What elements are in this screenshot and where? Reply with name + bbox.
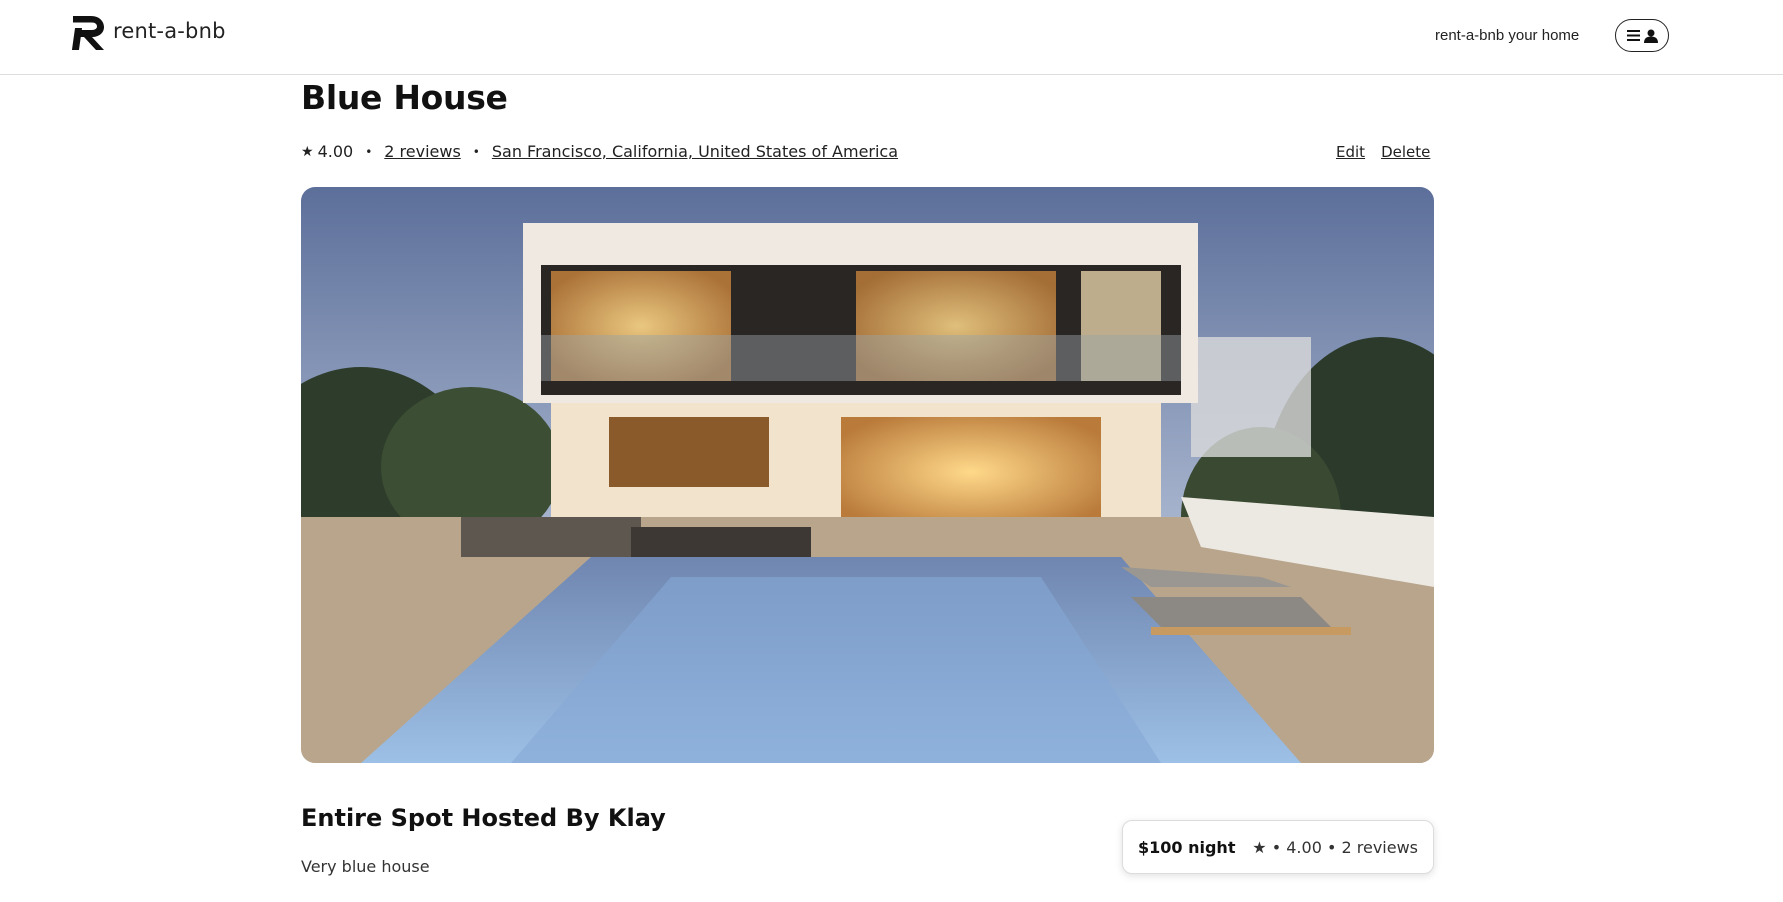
separator-dot: • — [472, 144, 480, 159]
brand-logo-link[interactable]: rent-a-bnb — [71, 14, 226, 52]
listing-actions: Edit Delete — [1336, 143, 1430, 161]
listing-meta: ★ 4.00 • 2 reviews • San Francisco, Cali… — [301, 142, 898, 161]
booking-rating-summary: ★ • 4.00 • 2 reviews — [1252, 837, 1418, 857]
location-link[interactable]: San Francisco, California, United States… — [492, 142, 898, 161]
reviews-link[interactable]: 2 reviews — [384, 142, 461, 161]
brand-name: rent-a-bnb — [113, 19, 226, 43]
listing-rating: 4.00 — [317, 142, 354, 161]
profile-menu-button[interactable] — [1615, 19, 1669, 52]
host-your-home-link[interactable]: rent-a-bnb your home — [1435, 27, 1579, 44]
listing-photo — [301, 187, 1434, 763]
top-nav: rent-a-bnb rent-a-bnb your home — [0, 0, 1783, 75]
nightly-price: $100 night — [1138, 837, 1236, 857]
star-icon: ★ — [301, 143, 314, 160]
hamburger-icon — [1626, 30, 1640, 41]
user-icon — [1643, 29, 1658, 43]
booking-card: $100 night ★ • 4.00 • 2 reviews — [1122, 820, 1434, 874]
separator-dot: • — [365, 144, 373, 159]
listing-description: Very blue house — [301, 857, 430, 876]
edit-button[interactable]: Edit — [1336, 143, 1365, 161]
listing-title: Blue House — [301, 78, 508, 117]
logo-icon — [71, 16, 104, 50]
hosted-by-heading: Entire Spot Hosted By Klay — [301, 804, 666, 832]
delete-button[interactable]: Delete — [1381, 143, 1430, 161]
